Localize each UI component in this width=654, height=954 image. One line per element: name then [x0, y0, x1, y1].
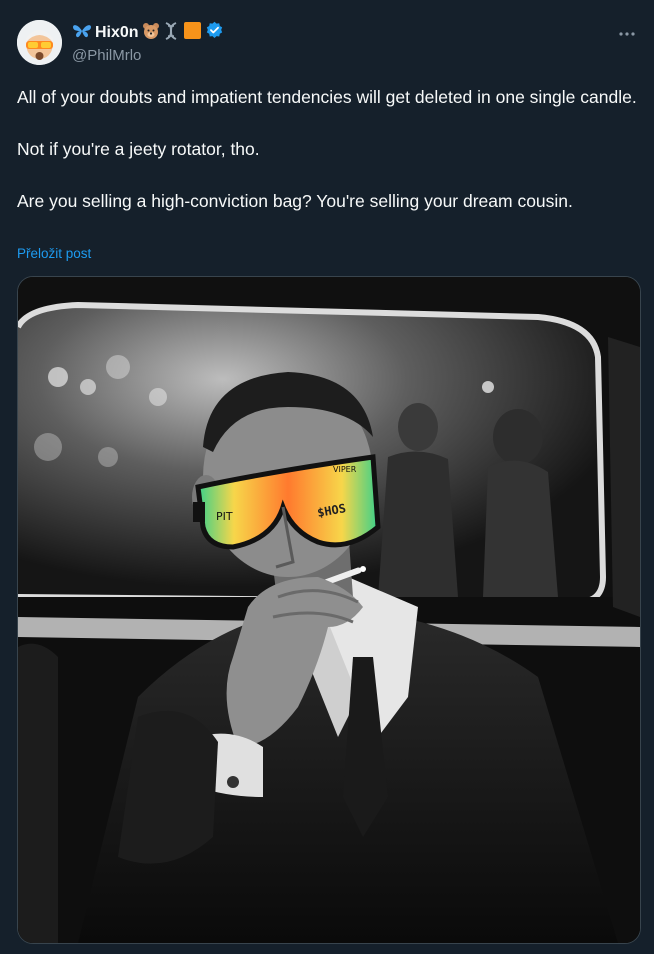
butterfly-icon — [72, 23, 92, 44]
glasses-text-left: PIT — [216, 510, 233, 523]
user-handle[interactable]: @PhilMrlo — [72, 47, 594, 64]
name-row: Hix0n — [72, 21, 594, 46]
verified-badge-icon[interactable] — [205, 21, 224, 45]
tweet-paragraph: All of your doubts and impatient tendenc… — [17, 87, 637, 107]
tweet-paragraph: Not if you're a jeety rotator, tho. — [17, 139, 260, 159]
bear-icon — [142, 22, 160, 45]
more-options-icon[interactable] — [617, 24, 637, 44]
display-name[interactable]: Hix0n — [95, 24, 139, 42]
tweet-media-photo[interactable]: PIT VIPER $HOS — [17, 276, 641, 944]
dna-icon — [163, 21, 179, 45]
author-info: Hix0n @PhilMrlo — [72, 21, 594, 64]
avatar-image — [17, 20, 62, 65]
translate-link[interactable]: Přeložit post — [17, 246, 91, 261]
avatar[interactable] — [17, 20, 62, 65]
photo-image: PIT VIPER $HOS — [18, 277, 640, 943]
orange-square-icon — [182, 21, 202, 46]
tweet-card: Hix0n @PhilMrlo All of your doubts and i… — [0, 0, 654, 954]
glasses-text-right: VIPER — [333, 465, 357, 474]
tweet-text: All of your doubts and impatient tendenc… — [17, 84, 637, 214]
tweet-paragraph: Are you selling a high-conviction bag? Y… — [17, 191, 573, 211]
